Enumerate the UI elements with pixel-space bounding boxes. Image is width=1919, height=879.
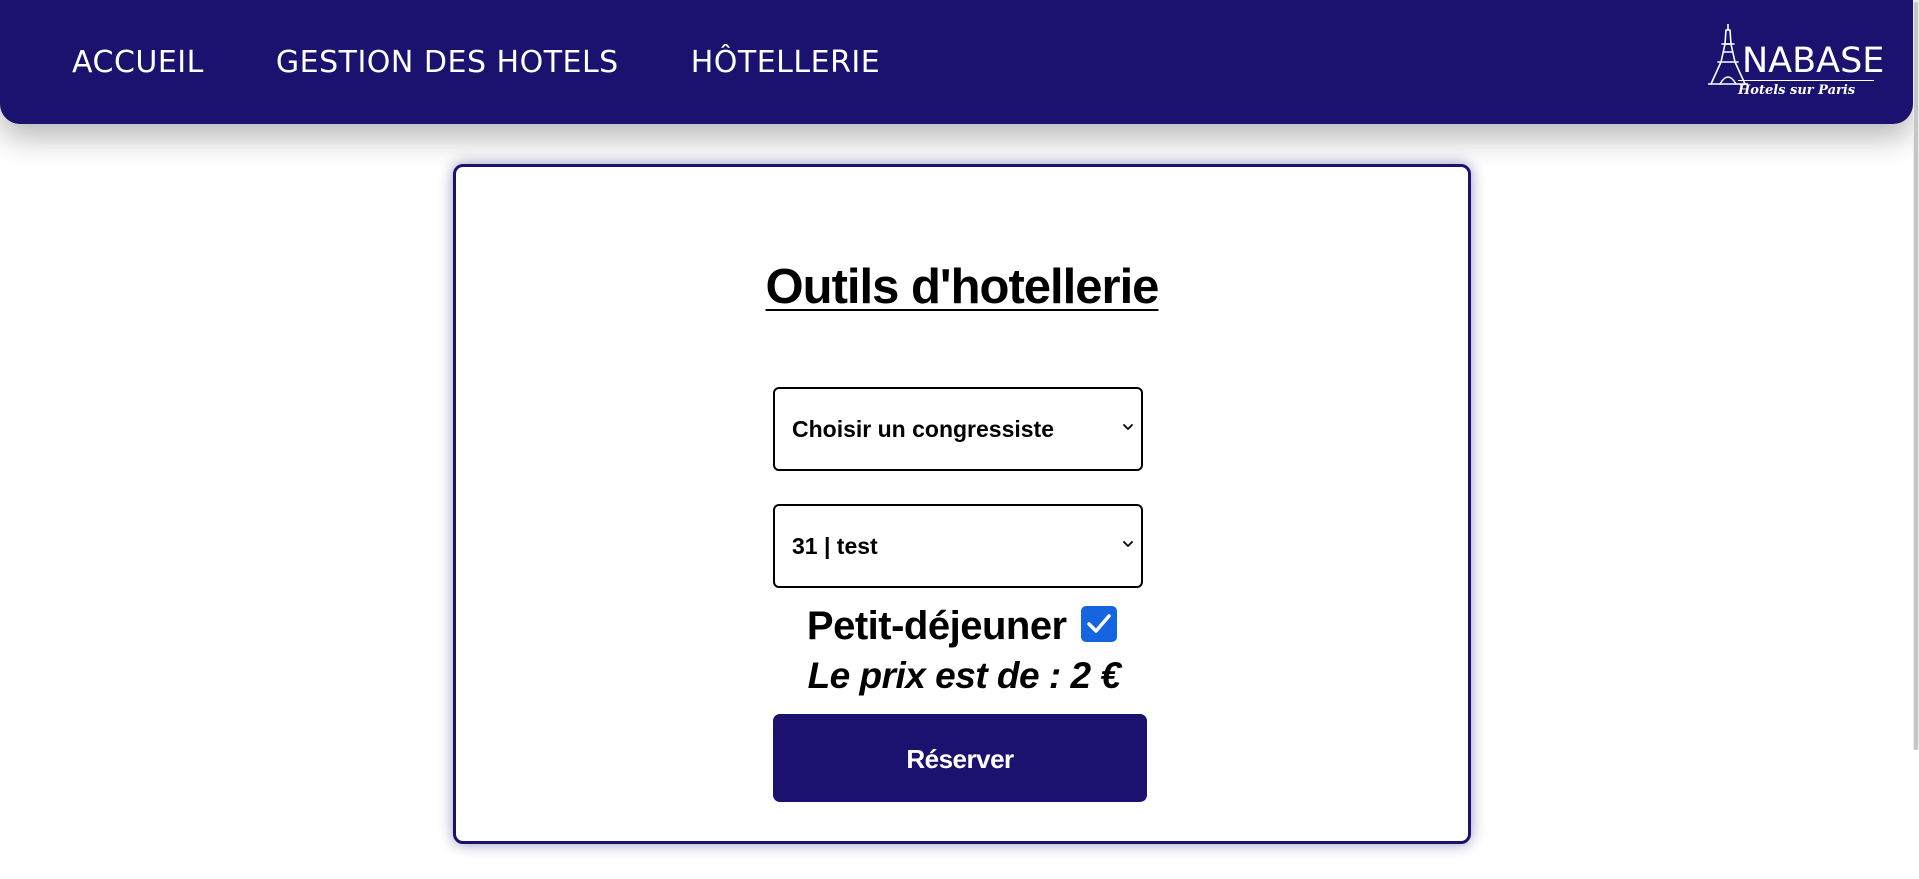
nav-link-gestion-des-hotels[interactable]: GESTION DES HOTELS (276, 45, 619, 80)
breakfast-label: Petit-déjeuner (806, 604, 1067, 648)
breakfast-row: Petit-déjeuner (456, 604, 1468, 654)
hotel-select-value: 31 | test (792, 533, 878, 559)
page-title-text: Outils d'hotellerie (765, 260, 1160, 314)
chevron-down-icon (1123, 541, 1133, 547)
congressiste-select[interactable]: Choisir un congressiste (773, 387, 1143, 471)
breakfast-checkbox[interactable] (1081, 605, 1118, 642)
reserve-button[interactable]: Réserver (773, 714, 1147, 802)
page-title: Outils d'hotellerie (456, 259, 1468, 315)
anabase-logo[interactable]: NABASE Hotels sur Paris (1708, 22, 1884, 106)
chevron-down-icon (1123, 424, 1133, 430)
nav-link-hotellerie[interactable]: HÔTELLERIE (691, 45, 880, 80)
congressiste-select-value: Choisir un congressiste (792, 416, 1055, 442)
checkmark-icon (1087, 613, 1111, 633)
nav-link-accueil[interactable]: ACCUEIL (72, 45, 204, 80)
page-scrollbar[interactable] (1913, 0, 1919, 750)
logo-underline (1738, 80, 1874, 81)
logo-text: NABASE (1742, 41, 1885, 81)
price-text: Le prix est de : 2 € (807, 655, 1121, 696)
top-navbar: ACCUEIL GESTION DES HOTELS HÔTELLERIE NA… (0, 0, 1913, 124)
logo-tagline: Hotels sur Paris (1738, 83, 1856, 98)
hotel-select[interactable]: 31 | test (773, 504, 1143, 588)
nav-links: ACCUEIL GESTION DES HOTELS HÔTELLERIE (72, 0, 952, 124)
hotellerie-tools-card: Outils d'hotellerie Choisir un congressi… (453, 164, 1471, 844)
scrollbar-thumb[interactable] (1914, 2, 1918, 750)
